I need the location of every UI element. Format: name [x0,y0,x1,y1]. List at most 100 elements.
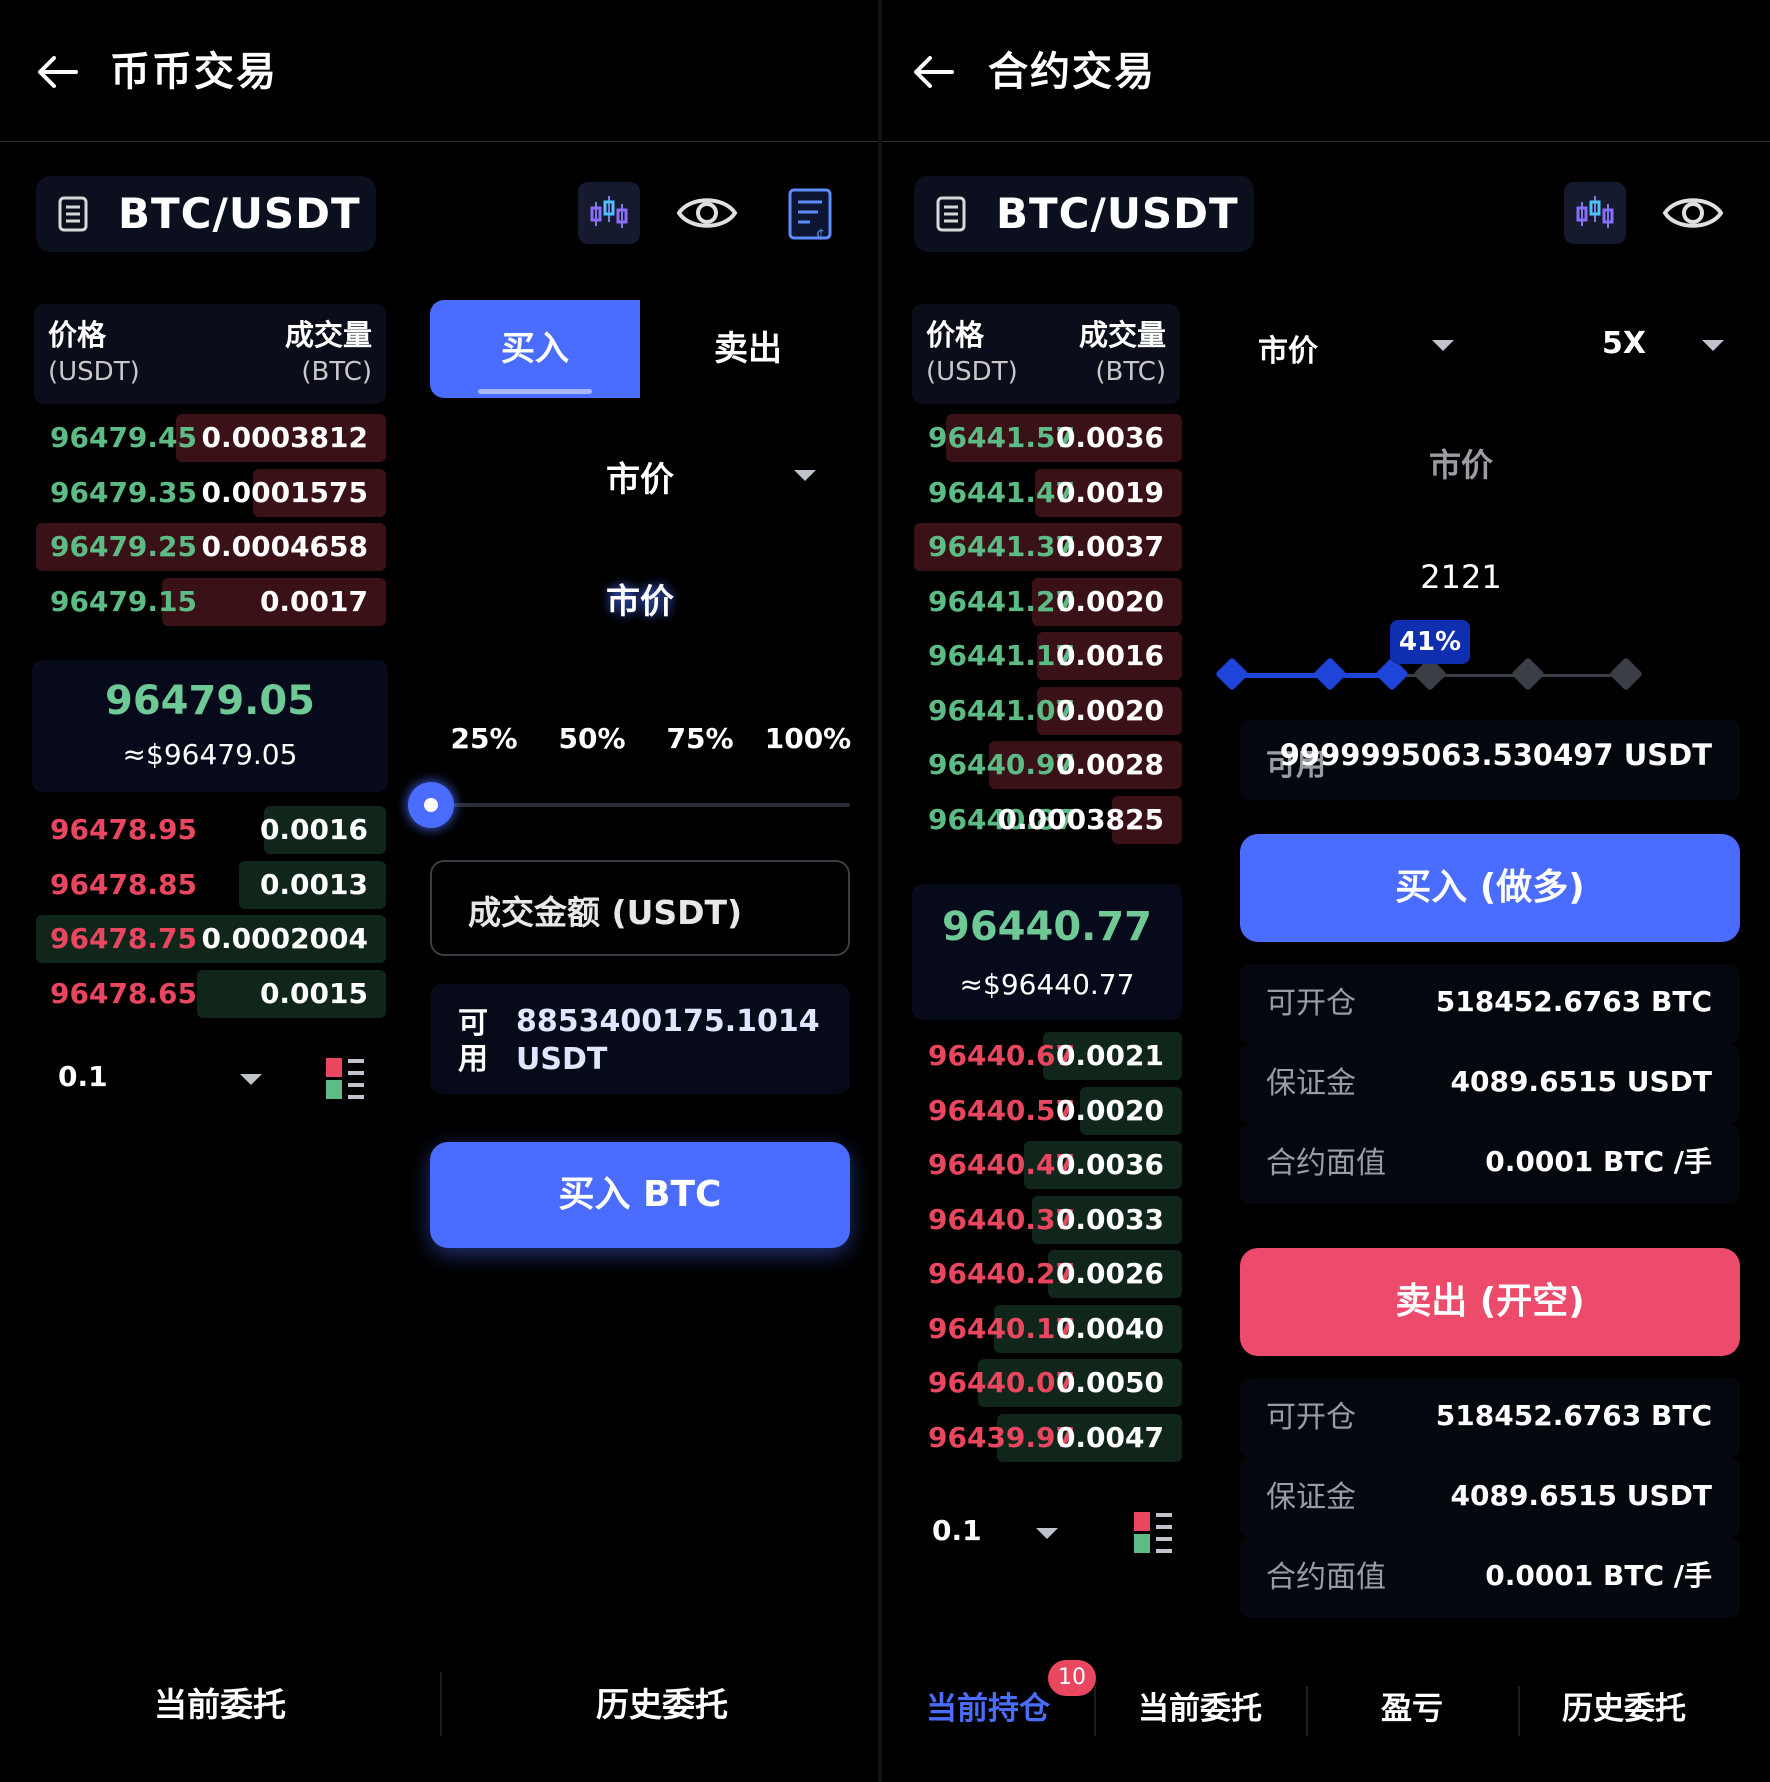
svg-text:¢: ¢ [816,226,825,242]
amount-slider-handle[interactable] [408,782,454,828]
chevron-down-icon [1036,1528,1058,1539]
pair-name: BTC/USDT [996,189,1239,238]
info-value: 4089.6515 USDT [1450,1479,1713,1512]
bid-quantity: 0.0020 [1055,1093,1164,1127]
bid-row[interactable]: 96440.47 0.0036 [914,1141,1182,1191]
bid-row[interactable]: 96478.75 0.0002004 [36,915,386,965]
bid-price: 96440.47 [928,1148,1076,1181]
percent-option[interactable]: 75% [646,722,754,755]
bid-row[interactable]: 96440.07 0.0050 [914,1359,1182,1409]
ask-quantity: 0.0019 [1055,475,1164,509]
pair-selector[interactable]: BTC/USDT [914,176,1254,252]
tab-divider [1094,1686,1096,1736]
futures-trading-panel: 合约交易 BTC/USDT 价格 (USDT) 成交量 (BTC) 96441.… [882,0,1770,1782]
ask-row[interactable]: 96479.45 0.0003812 [36,414,386,464]
info-value: 518452.6763 BTC [1435,1399,1712,1432]
ask-row[interactable]: 96441.57 0.0036 [914,414,1182,464]
amount-input[interactable]: 成交金额 (USDT) [430,860,850,956]
ask-row[interactable]: 96479.35 0.0001575 [36,468,386,519]
price-unit: (USDT) [926,357,1018,387]
mid-price: 96479.05 [104,678,316,724]
slider-step-marker[interactable] [1313,657,1347,691]
order-notes-icon[interactable]: ¢ [782,182,840,246]
eye-icon[interactable] [1662,190,1724,236]
bid-row[interactable]: 96439.97 0.0047 [914,1413,1182,1464]
order-type-value: 市价 [606,460,674,500]
tab-order-history[interactable]: 历史委托 [442,1660,882,1750]
ask-quantity: 0.0003825 [997,802,1165,836]
chart-button[interactable] [1564,182,1626,244]
depth-layout-icon[interactable] [326,1058,366,1100]
order-type-dropdown[interactable]: 市价 [430,446,850,506]
percent-option[interactable]: 25% [430,722,538,755]
available-unit: USDT [516,1042,608,1077]
tab-3[interactable]: 历史委托 [1518,1664,1730,1754]
info-label: 保证金 [1266,1480,1356,1515]
quantity-slider[interactable]: 41% [1215,616,1643,706]
slider-step-marker[interactable] [1215,657,1249,691]
order-type-dropdown[interactable]: 市价 [1258,322,1468,372]
percent-option[interactable]: 100% [754,722,862,755]
percent-option[interactable]: 50% [538,722,646,755]
back-arrow-icon[interactable] [912,52,956,92]
ask-row[interactable]: 96441.17 0.0016 [914,632,1182,682]
available-value: 9999995063.530497 USDT [1279,738,1712,772]
depth-layout-icon[interactable] [1134,1512,1174,1554]
bid-row[interactable]: 96478.85 0.0013 [36,860,386,911]
eye-icon[interactable] [676,190,738,236]
tab-divider [1306,1686,1308,1736]
sell-short-button[interactable]: 卖出 (开空) [1240,1248,1740,1356]
sell-tab[interactable]: 卖出 [648,300,848,398]
bid-row[interactable]: 96440.37 0.0033 [914,1195,1182,1246]
precision-dropdown[interactable]: 0.1 [44,1054,274,1102]
slider-step-marker[interactable] [1609,657,1643,691]
info-row: 保证金 4089.6515 USDT [1240,1044,1740,1124]
tab-1[interactable]: 当前委托 [1094,1664,1306,1754]
precision-dropdown[interactable]: 0.1 [920,1508,1120,1556]
price-header: 价格 [926,318,985,352]
amount-slider-track[interactable] [430,803,850,807]
bid-row[interactable]: 96440.67 0.0021 [914,1032,1182,1082]
leverage-dropdown[interactable]: 5X [1602,322,1742,372]
bid-row[interactable]: 96440.27 0.0026 [914,1250,1182,1300]
bid-row[interactable]: 96478.95 0.0016 [36,806,386,856]
bid-price: 96478.65 [50,976,198,1010]
back-arrow-icon[interactable] [36,52,80,92]
tab-current-orders[interactable]: 当前委托 [0,1660,440,1750]
info-label: 合约面值 [1266,1560,1386,1595]
bid-row[interactable]: 96440.57 0.0020 [914,1086,1182,1137]
ask-price: 96479.15 [50,584,198,618]
ask-row[interactable]: 96441.47 0.0019 [914,468,1182,519]
quantity-field[interactable]: 2121 [1182,558,1740,596]
mid-price: 96440.77 [941,904,1153,950]
ask-price: 96479.45 [50,421,198,454]
pair-selector[interactable]: BTC/USDT [36,176,376,252]
page-title: 合约交易 [988,49,1156,95]
ask-row[interactable]: 96440.97 0.0028 [914,741,1182,791]
ask-row[interactable]: 96479.15 0.0017 [36,577,386,628]
price-header: 价格 [48,318,107,352]
bid-quantity: 0.0015 [259,976,368,1010]
ask-row[interactable]: 96441.37 0.0037 [914,523,1182,573]
chevron-down-icon [1702,340,1724,351]
futures-header: 合约交易 [882,0,1770,142]
ask-row[interactable]: 96441.27 0.0020 [914,577,1182,628]
buy-long-button[interactable]: 买入 (做多) [1240,834,1740,942]
ask-row[interactable]: 96441.07 0.0020 [914,686,1182,737]
chart-button[interactable] [578,182,640,244]
ask-price: 96479.35 [50,475,198,509]
spot-header: 币币交易 [0,0,882,142]
bid-row[interactable]: 96440.17 0.0040 [914,1304,1182,1355]
bid-row[interactable]: 96478.65 0.0015 [36,969,386,1020]
ask-quantity: 0.0017 [259,584,368,618]
tab-label: 盈亏 [1381,1691,1443,1727]
ask-row[interactable]: 96479.25 0.0004658 [36,523,386,573]
candlestick-icon [1576,196,1614,228]
buy-tab[interactable]: 买入 [430,300,640,398]
buy-btc-button[interactable]: 买入 BTC [430,1142,850,1248]
slider-step-marker[interactable] [1511,657,1545,691]
tab-2[interactable]: 盈亏 [1306,1664,1518,1754]
ask-row[interactable]: 96440.87 0.0003825 [914,795,1182,846]
available-balance-card: 可用 9999995063.530497 USDT [1240,720,1740,800]
price-field[interactable]: 市价 [1182,440,1740,486]
